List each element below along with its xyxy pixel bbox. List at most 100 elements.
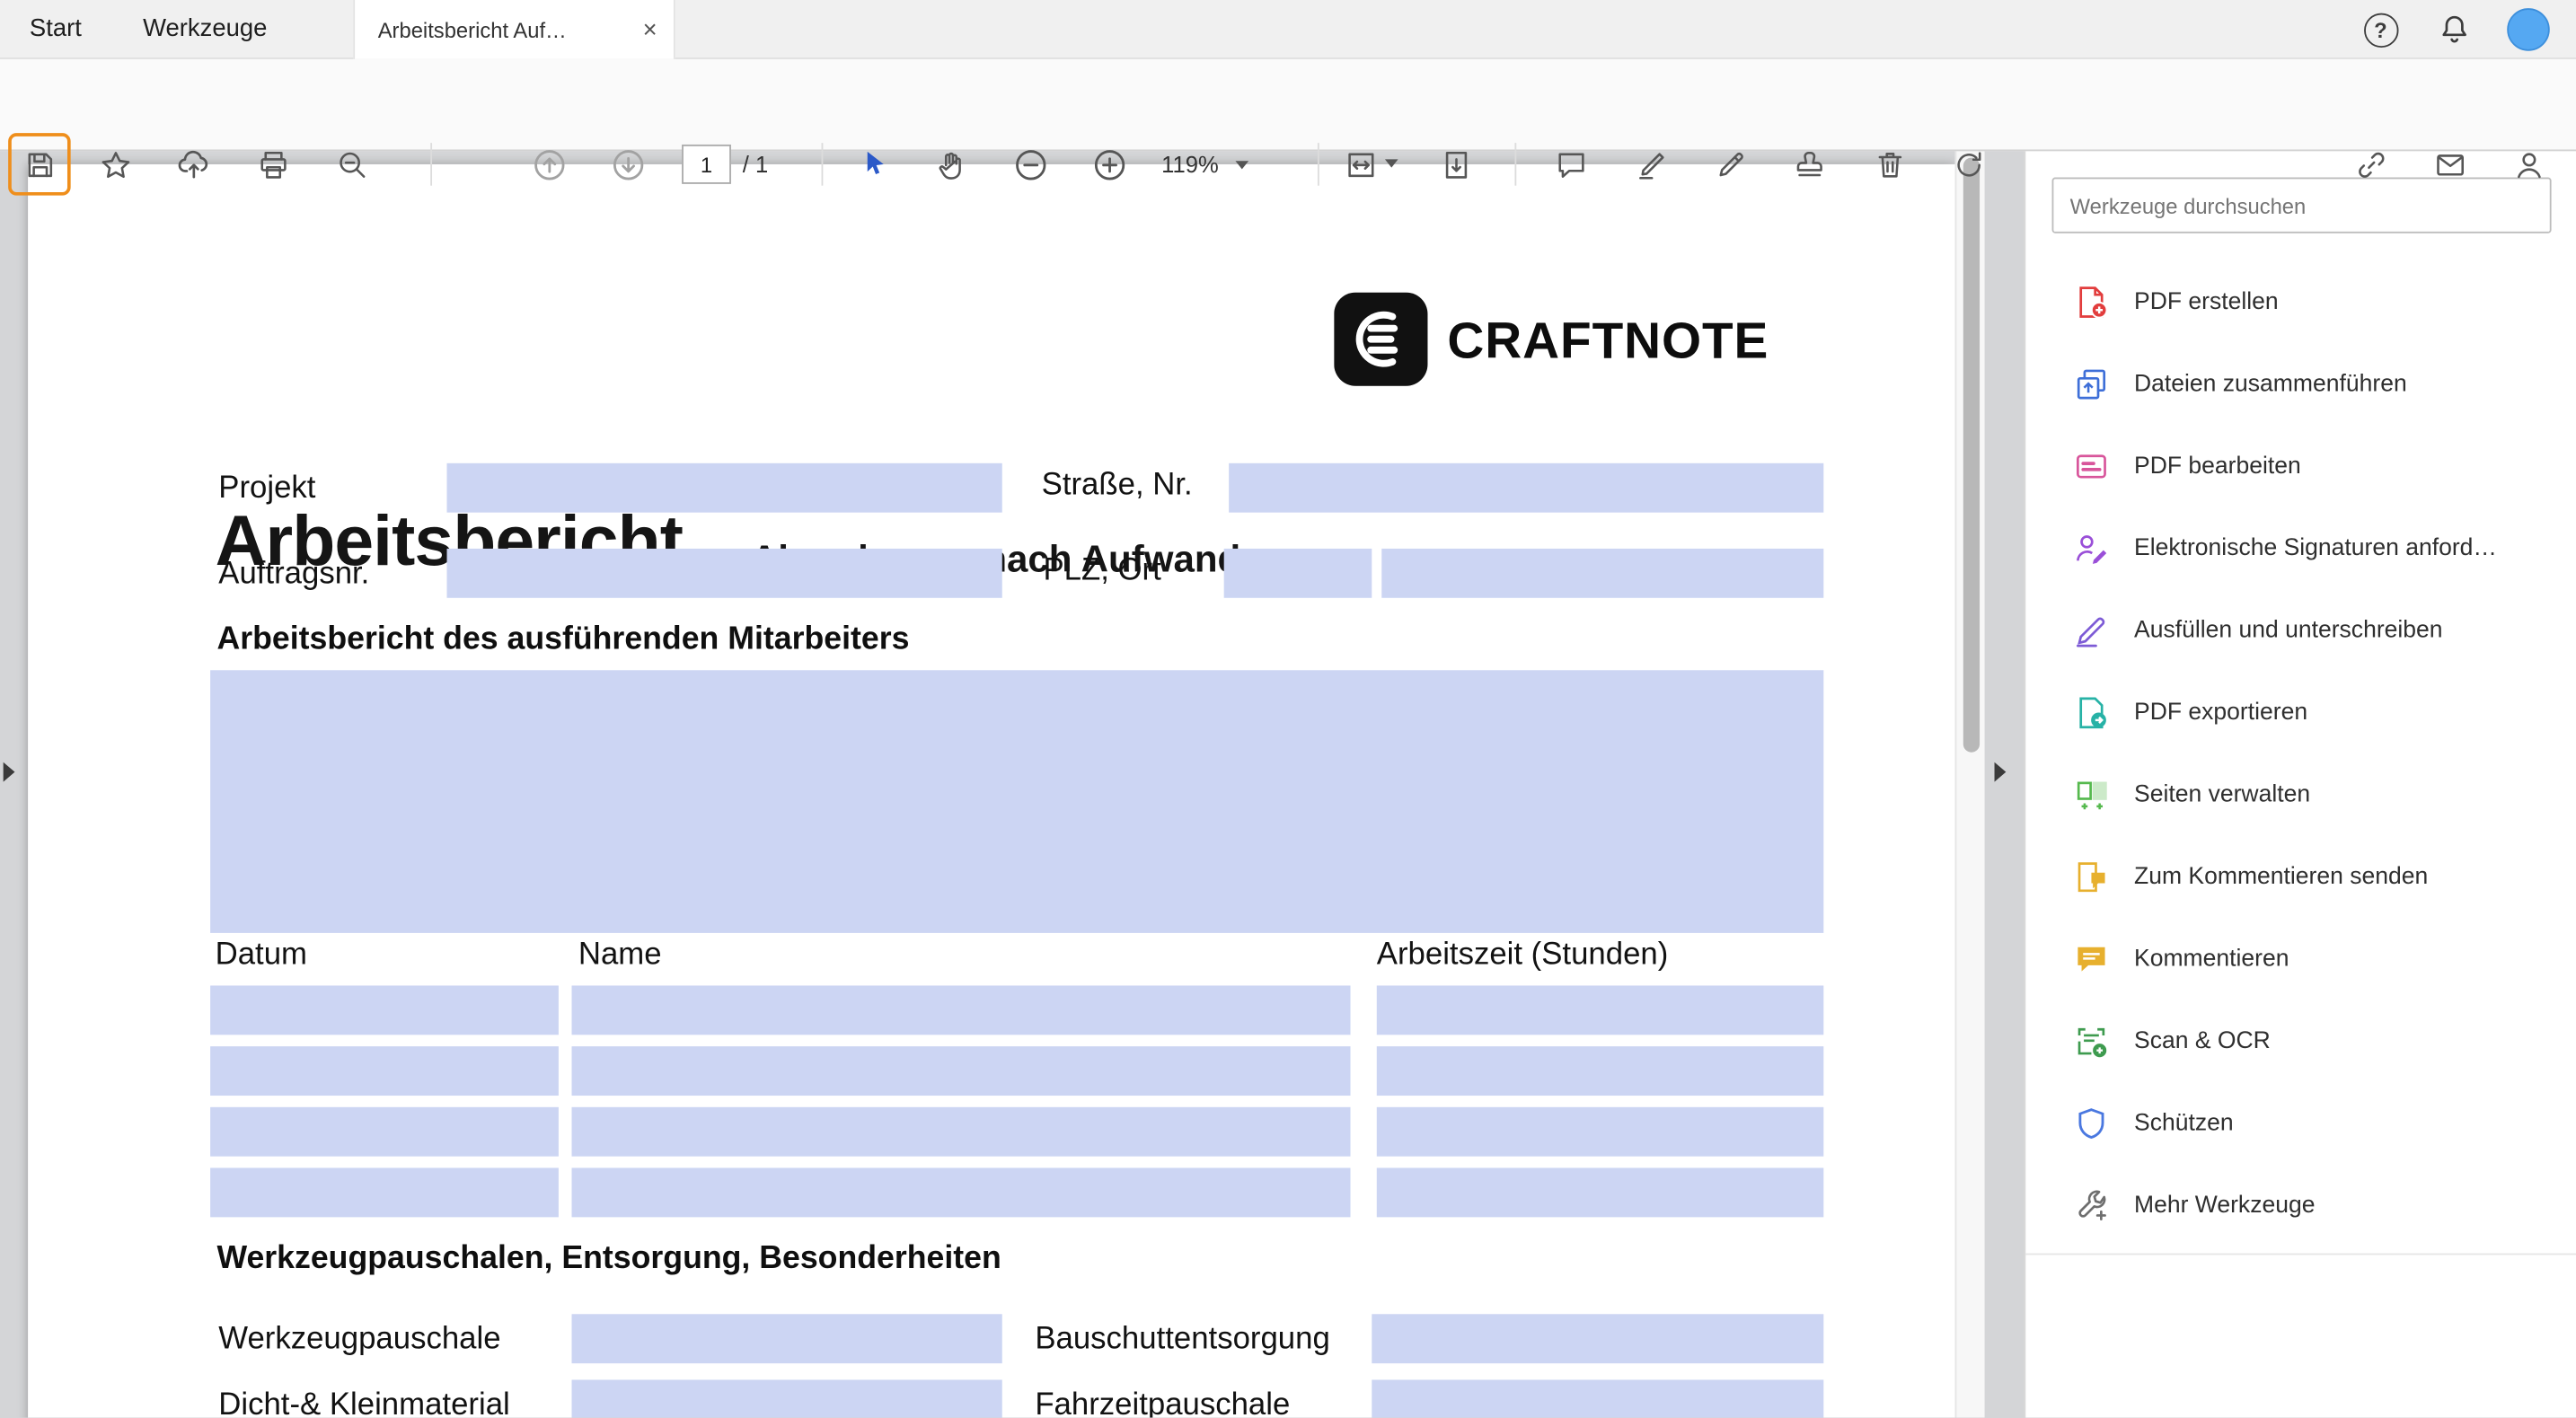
user-avatar[interactable] bbox=[2507, 8, 2550, 51]
select-tool-button[interactable] bbox=[844, 135, 904, 194]
notifications-button[interactable] bbox=[2430, 4, 2479, 54]
sidebar-item-pdf-exportieren[interactable]: PDF exportieren bbox=[2025, 672, 2576, 753]
more-tools-icon bbox=[2073, 1187, 2109, 1223]
sidebar-item-label: PDF erstellen bbox=[2134, 289, 2279, 315]
sidebar-item-pdf-bearbeiten[interactable]: PDF bearbeiten bbox=[2025, 426, 2576, 507]
plz-field[interactable] bbox=[1224, 549, 1372, 598]
previous-page-button[interactable] bbox=[519, 135, 578, 194]
name-field-row4[interactable] bbox=[572, 1167, 1351, 1217]
sidebar-item-dateien-zusammenfuehren[interactable]: Dateien zusammenführen bbox=[2025, 343, 2576, 425]
hand-tool-button[interactable] bbox=[922, 135, 981, 194]
sidebar-item-pdf-erstellen[interactable]: PDF erstellen bbox=[2025, 261, 2576, 343]
zoom-out-button[interactable] bbox=[1001, 135, 1060, 194]
sidebar-item-signaturen-anfordern[interactable]: Elektronische Signaturen anford… bbox=[2025, 507, 2576, 589]
request-signatures-icon bbox=[2073, 531, 2109, 567]
page-count-label: / 1 bbox=[743, 145, 768, 184]
chevron-down-icon bbox=[1235, 160, 1248, 168]
sidebar-item-schuetzen[interactable]: Schützen bbox=[2025, 1082, 2576, 1164]
page-number-input[interactable] bbox=[682, 145, 731, 184]
name-field-row3[interactable] bbox=[572, 1107, 1351, 1157]
zoom-in-button[interactable] bbox=[1080, 135, 1139, 194]
help-button[interactable]: ? bbox=[2356, 4, 2405, 54]
share-link-button[interactable] bbox=[2341, 135, 2400, 194]
name-field-row1[interactable] bbox=[572, 985, 1351, 1035]
menu-werkzeuge[interactable]: Werkzeuge bbox=[137, 0, 274, 59]
tools-list: PDF erstellen Dateien zusammenführen PDF… bbox=[2025, 261, 2576, 1246]
sidebar-item-scan-ocr[interactable]: Scan & OCR bbox=[2025, 1000, 2576, 1082]
star-button[interactable] bbox=[85, 135, 145, 194]
close-tab-icon[interactable]: × bbox=[643, 17, 657, 41]
chevron-down-icon[interactable] bbox=[1385, 159, 1398, 167]
fill-sign-icon bbox=[2073, 612, 2109, 648]
sidebar-item-ausfuellen-unterschreiben[interactable]: Ausfüllen und unterschreiben bbox=[2025, 590, 2576, 672]
document-tab[interactable]: Arbeitsbericht Auf… × bbox=[353, 0, 675, 59]
sidebar-item-zum-kommentieren-senden[interactable]: Zum Kommentieren senden bbox=[2025, 836, 2576, 918]
next-page-button[interactable] bbox=[598, 135, 657, 194]
sidebar-item-kommentieren[interactable]: Kommentieren bbox=[2025, 918, 2576, 1000]
werkzeugpauschale-field[interactable] bbox=[572, 1314, 1002, 1363]
sidebar-item-label: Schützen bbox=[2134, 1110, 2234, 1136]
delete-button[interactable] bbox=[1860, 135, 1919, 194]
projekt-field[interactable] bbox=[447, 463, 1002, 513]
arbeitsbericht-textarea-field[interactable] bbox=[210, 670, 1823, 933]
bauschuttentsorgung-field[interactable] bbox=[1372, 1314, 1823, 1363]
datum-field-row1[interactable] bbox=[210, 985, 559, 1035]
vertical-scrollbar[interactable] bbox=[1955, 151, 1985, 1417]
fit-width-button[interactable] bbox=[1331, 135, 1390, 194]
toolbar-separator bbox=[1514, 143, 1516, 186]
add-comment-button[interactable] bbox=[1541, 135, 1601, 194]
page-scrolling-button[interactable] bbox=[1426, 135, 1486, 194]
scrollbar-thumb[interactable] bbox=[1963, 158, 1980, 753]
auftragsnr-field[interactable] bbox=[447, 549, 1002, 598]
person-icon bbox=[2511, 147, 2545, 181]
zoom-level-value: 119% bbox=[1161, 151, 1219, 177]
strasse-field[interactable] bbox=[1229, 463, 1823, 513]
table-header-name: Name bbox=[578, 938, 662, 973]
craftnote-logo-text: CRAFTNOTE bbox=[1447, 313, 1769, 372]
name-field-row2[interactable] bbox=[572, 1046, 1351, 1096]
combine-files-icon bbox=[2073, 366, 2109, 402]
printer-icon bbox=[255, 147, 289, 181]
ort-field[interactable] bbox=[1381, 549, 1823, 598]
sidebar-item-label: Ausfüllen und unterschreiben bbox=[2134, 618, 2443, 644]
app-window: Start Werkzeuge Arbeitsbericht Auf… × ? bbox=[0, 0, 2576, 1418]
scan-ocr-icon bbox=[2073, 1024, 2109, 1060]
datum-field-row3[interactable] bbox=[210, 1107, 559, 1157]
send-email-button[interactable] bbox=[2420, 135, 2479, 194]
pdf-edit-icon bbox=[2073, 448, 2109, 484]
werkzeugpauschale-label: Werkzeugpauschale bbox=[218, 1322, 500, 1358]
mail-icon bbox=[2432, 147, 2466, 181]
datum-field-row4[interactable] bbox=[210, 1167, 559, 1217]
datum-field-row2[interactable] bbox=[210, 1046, 559, 1096]
menu-start[interactable]: Start bbox=[23, 0, 89, 59]
search-zoom-button[interactable] bbox=[322, 135, 382, 194]
sidebar-item-label: PDF bearbeiten bbox=[2134, 454, 2301, 480]
document-tab-title: Arbeitsbericht Auf… bbox=[378, 17, 630, 41]
cloud-upload-button[interactable] bbox=[164, 135, 224, 194]
sidebar-item-seiten-verwalten[interactable]: Seiten verwalten bbox=[2025, 754, 2576, 836]
arbeitszeit-field-row3[interactable] bbox=[1377, 1107, 1824, 1157]
right-pane-expander[interactable] bbox=[1995, 762, 2007, 782]
craftnote-logo-icon bbox=[1334, 293, 1427, 386]
print-button[interactable] bbox=[243, 135, 303, 194]
arbeitszeit-field-row1[interactable] bbox=[1377, 985, 1824, 1035]
arbeitszeit-field-row2[interactable] bbox=[1377, 1046, 1824, 1096]
account-button[interactable] bbox=[2499, 135, 2558, 194]
stamp-button[interactable] bbox=[1779, 135, 1839, 194]
arbeitszeit-field-row4[interactable] bbox=[1377, 1167, 1824, 1217]
sidebar-item-mehr-werkzeuge[interactable]: Mehr Werkzeuge bbox=[2025, 1165, 2576, 1246]
sign-button[interactable] bbox=[1700, 135, 1760, 194]
zoom-level-dropdown[interactable]: 119% bbox=[1161, 138, 1248, 191]
toolbar-separator bbox=[1318, 143, 1319, 186]
table-header-arbeitszeit: Arbeitszeit (Stunden) bbox=[1377, 938, 1669, 973]
highlight-button[interactable] bbox=[1621, 135, 1681, 194]
sidebar-item-label: Elektronische Signaturen anford… bbox=[2134, 535, 2497, 561]
refresh-button[interactable] bbox=[1938, 135, 1998, 194]
fit-width-icon bbox=[1343, 147, 1377, 181]
left-pane-expander[interactable] bbox=[4, 762, 15, 782]
save-button[interactable] bbox=[10, 135, 69, 194]
dicht-kleinmaterial-field[interactable] bbox=[572, 1379, 1002, 1417]
pdf-page: Arbeitsbericht Abrechnung nach Aufwand C… bbox=[28, 164, 1955, 1418]
sidebar-item-label: Dateien zusammenführen bbox=[2134, 371, 2407, 397]
fahrzeitpauschale-field[interactable] bbox=[1372, 1379, 1823, 1417]
